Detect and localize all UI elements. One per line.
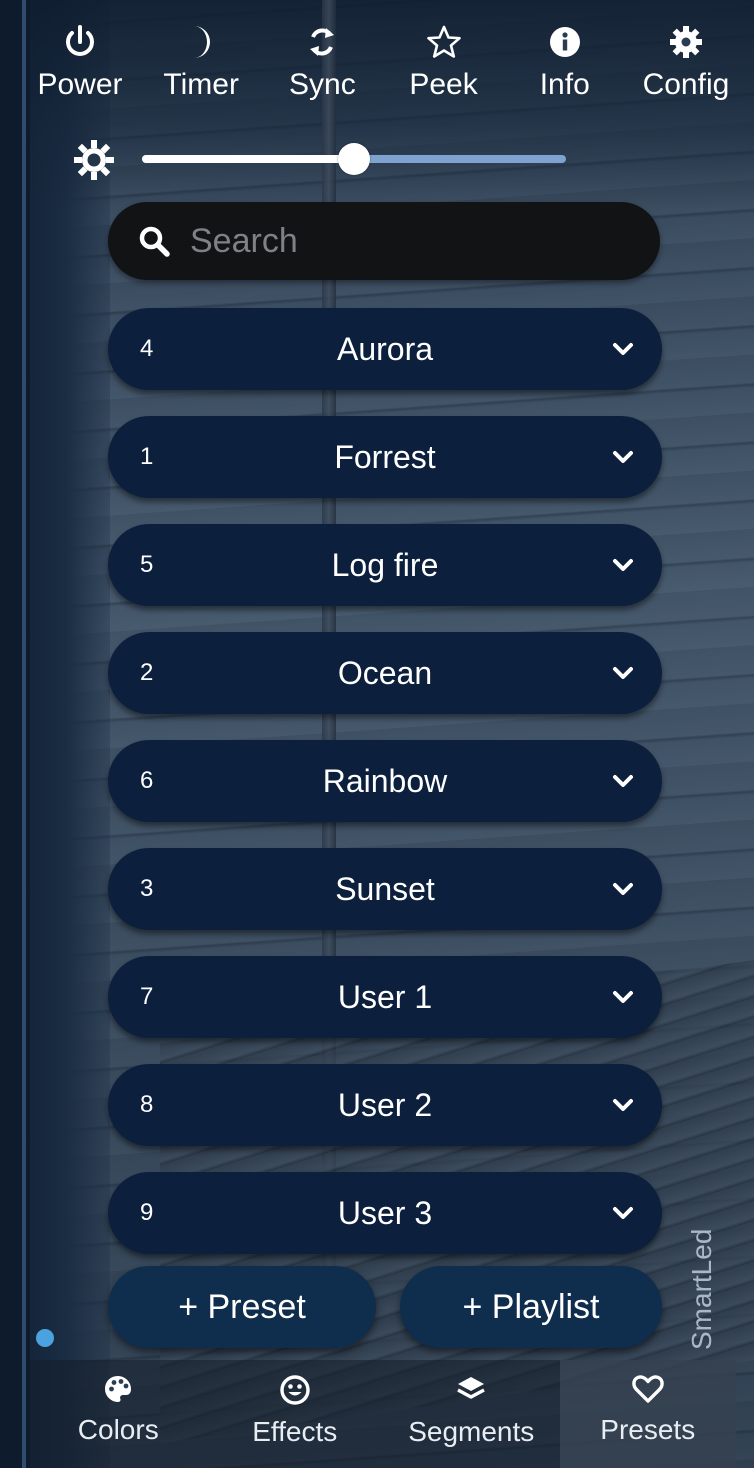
preset-name: Sunset (335, 871, 435, 907)
preset-item-user-1[interactable]: 7 User 1 (108, 956, 662, 1038)
preset-item-rainbow[interactable]: 6 Rainbow (108, 740, 662, 822)
preset-name: User 2 (337, 1087, 433, 1123)
add-preset-button[interactable]: + Preset (108, 1266, 376, 1348)
top-toolbar: Power Timer Sync Peek Info Config (30, 18, 736, 128)
power-icon (63, 18, 97, 66)
chevron-down-icon[interactable] (612, 878, 634, 900)
tab-segments-label: Segments (408, 1416, 535, 1447)
preset-item-forrest[interactable]: 1 Forrest (108, 416, 662, 498)
preset-name: Forrest (334, 439, 436, 475)
preset-item-sunset[interactable]: 3 Sunset (108, 848, 662, 930)
preset-name: Aurora (336, 331, 434, 367)
sync-label: Sync (289, 68, 356, 101)
tab-colors-label: Colors (77, 1414, 159, 1445)
power-button[interactable]: Power (30, 18, 130, 128)
preset-name: Rainbow (322, 763, 448, 799)
gear-icon (669, 18, 703, 66)
tab-presets-label: Presets (600, 1414, 696, 1445)
preset-name: User 1 (337, 979, 433, 1015)
sync-icon (307, 18, 337, 66)
chevron-down-icon[interactable] (612, 1202, 634, 1224)
chevron-down-icon[interactable] (612, 1094, 634, 1116)
layers-icon (457, 1377, 486, 1399)
power-label: Power (37, 68, 123, 101)
chevron-down-icon[interactable] (612, 338, 634, 360)
bottom-nav: Colors Effects Segments Presets (30, 1360, 736, 1468)
peek-label: Peek (409, 68, 478, 101)
preset-name: User 3 (337, 1195, 433, 1231)
chevron-down-icon[interactable] (612, 662, 634, 684)
brand-label: SmartLed (686, 1228, 717, 1350)
add-playlist-button[interactable]: + Playlist (400, 1266, 662, 1348)
preset-item-ocean[interactable]: 2 Ocean (108, 632, 662, 714)
search-box (108, 202, 660, 280)
sync-button[interactable]: Sync (272, 18, 372, 128)
chevron-down-icon[interactable] (612, 986, 634, 1008)
config-button[interactable]: Config (636, 18, 736, 128)
status-dot (36, 1329, 54, 1347)
palette-icon (105, 1376, 132, 1402)
chevron-down-icon[interactable] (612, 554, 634, 576)
tab-segments[interactable]: Segments (383, 1360, 560, 1468)
timer-label: Timer (163, 68, 239, 101)
tab-colors[interactable]: Colors (30, 1360, 207, 1468)
star-icon (426, 18, 461, 66)
brightness-control (72, 138, 582, 182)
preset-item-aurora[interactable]: 4 Aurora (108, 308, 662, 390)
search-input[interactable] (188, 220, 632, 262)
peek-button[interactable]: Peek (394, 18, 494, 128)
tab-presets[interactable]: Presets (559, 1360, 736, 1468)
info-label: Info (539, 68, 590, 101)
brightness-icon (72, 138, 116, 187)
brightness-fill (142, 155, 354, 163)
moon-icon (186, 18, 216, 66)
left-line (22, 0, 26, 1468)
tab-effects-label: Effects (252, 1416, 338, 1447)
chevron-down-icon[interactable] (612, 770, 634, 792)
preset-item-user-3[interactable]: 9 User 3 (108, 1172, 662, 1254)
preset-item-user-2[interactable]: 8 User 2 (108, 1064, 662, 1146)
preset-item-log-fire[interactable]: 5 Log fire (108, 524, 662, 606)
heart-icon (631, 1375, 664, 1403)
info-button[interactable]: Info (515, 18, 615, 128)
timer-button[interactable]: Timer (151, 18, 251, 128)
chevron-down-icon[interactable] (612, 446, 634, 468)
preset-name: Ocean (337, 655, 433, 691)
info-icon (548, 18, 582, 66)
search-icon (138, 225, 174, 257)
config-label: Config (642, 68, 730, 101)
brightness-slider-thumb[interactable] (338, 143, 370, 175)
smiley-icon (280, 1375, 310, 1405)
preset-name: Log fire (331, 547, 439, 583)
tab-effects[interactable]: Effects (207, 1360, 384, 1468)
